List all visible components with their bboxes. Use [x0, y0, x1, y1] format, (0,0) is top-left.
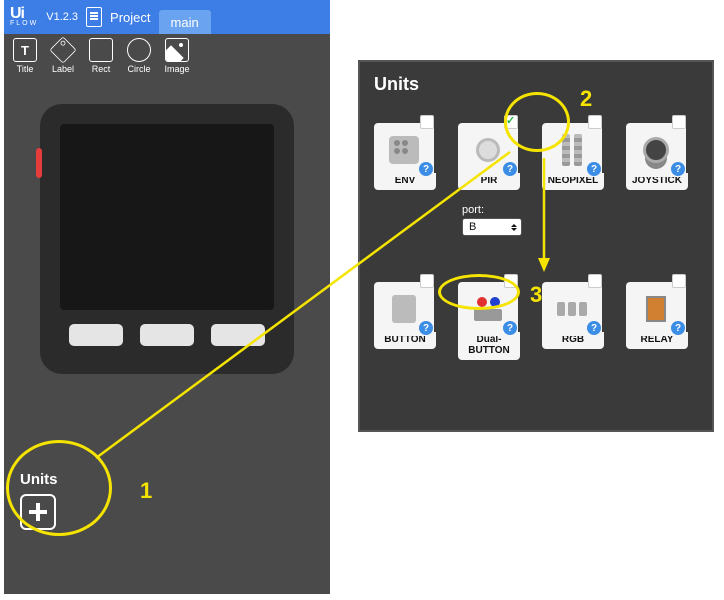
rect-icon	[89, 38, 113, 62]
tool-label: Image	[164, 64, 189, 74]
unit-relay[interactable]: ? RELAY	[626, 282, 688, 360]
unit-neopixel[interactable]: ? NEOPIXEL	[542, 123, 604, 190]
tool-label: Rect	[92, 64, 111, 74]
units-row-1: ? ENV ? PIR ? NEOPIXEL ? JOYSTICK	[374, 123, 698, 190]
unit-checkbox[interactable]	[588, 115, 602, 129]
project-label[interactable]: Project	[110, 10, 150, 25]
title-icon	[13, 38, 37, 62]
help-icon[interactable]: ?	[503, 162, 517, 176]
units-row-2: ? BUTTON ? Dual-BUTTON ? RGB ? RELAY	[374, 282, 698, 360]
tool-image[interactable]: Image	[160, 38, 194, 74]
env-icon	[389, 136, 419, 164]
neopixel-icon	[562, 134, 582, 166]
device-screen[interactable]	[60, 124, 274, 310]
device-frame	[40, 104, 294, 374]
port-select[interactable]: B	[462, 218, 522, 236]
top-bar: Ui FLOW V1.2.3 Project main	[4, 0, 330, 34]
stepper-icon	[511, 224, 517, 231]
version-label: V1.2.3	[46, 11, 78, 23]
circle-icon	[127, 38, 151, 62]
unit-button[interactable]: ? BUTTON	[374, 282, 436, 360]
add-unit-button[interactable]	[20, 494, 56, 530]
unit-pir[interactable]: ? PIR	[458, 123, 520, 190]
unit-checkbox[interactable]	[672, 274, 686, 288]
logo-sub: FLOW	[10, 21, 38, 27]
tool-rect[interactable]: Rect	[84, 38, 118, 74]
editor-left-panel: Ui FLOW V1.2.3 Project main Title Label …	[4, 0, 330, 594]
unit-checkbox[interactable]	[504, 115, 518, 129]
dual-button-icon	[474, 297, 502, 321]
unit-env[interactable]: ? ENV	[374, 123, 436, 190]
help-icon[interactable]: ?	[419, 162, 433, 176]
unit-checkbox[interactable]	[420, 115, 434, 129]
units-heading: Units	[20, 471, 58, 488]
unit-rgb[interactable]: ? RGB	[542, 282, 604, 360]
help-icon[interactable]: ?	[419, 321, 433, 335]
unit-checkbox[interactable]	[588, 274, 602, 288]
device-button-b[interactable]	[140, 324, 194, 346]
tool-label[interactable]: Label	[46, 38, 80, 74]
app-logo: Ui FLOW	[10, 8, 38, 26]
device-preview-wrap	[4, 104, 330, 374]
tool-label: Circle	[127, 64, 150, 74]
unit-checkbox[interactable]	[504, 274, 518, 288]
file-icon[interactable]	[86, 7, 102, 27]
device-button-c[interactable]	[211, 324, 265, 346]
image-icon	[165, 38, 189, 62]
unit-checkbox[interactable]	[672, 115, 686, 129]
unit-joystick[interactable]: ? JOYSTICK	[626, 123, 688, 190]
help-icon[interactable]: ?	[671, 162, 685, 176]
units-section: Units	[20, 471, 58, 530]
label-icon	[49, 36, 76, 63]
tool-label: Label	[52, 64, 74, 74]
tool-label: Title	[17, 64, 34, 74]
rgb-icon	[557, 302, 587, 316]
device-side-button	[36, 148, 42, 178]
help-icon[interactable]: ?	[671, 321, 685, 335]
unit-dual-button[interactable]: ? Dual-BUTTON	[458, 282, 520, 360]
help-icon[interactable]: ?	[587, 162, 601, 176]
help-icon[interactable]: ?	[587, 321, 601, 335]
joystick-icon	[643, 137, 669, 163]
device-button-a[interactable]	[69, 324, 123, 346]
tools-row: Title Label Rect Circle Image	[4, 34, 330, 74]
tab-main[interactable]: main	[159, 10, 211, 34]
pir-icon	[476, 138, 500, 162]
units-popup: Units ? ENV ? PIR ? NEOPIXEL	[358, 60, 714, 432]
port-value: B	[469, 221, 476, 233]
unit-label: Dual-BUTTON	[458, 332, 520, 360]
tool-circle[interactable]: Circle	[122, 38, 156, 74]
unit-checkbox[interactable]	[420, 274, 434, 288]
port-label: port:	[462, 204, 698, 216]
help-icon[interactable]: ?	[503, 321, 517, 335]
relay-icon	[646, 296, 666, 322]
tool-title[interactable]: Title	[8, 38, 42, 74]
device-button-row	[60, 324, 274, 346]
button-icon	[392, 295, 416, 323]
units-popup-title: Units	[374, 74, 698, 95]
